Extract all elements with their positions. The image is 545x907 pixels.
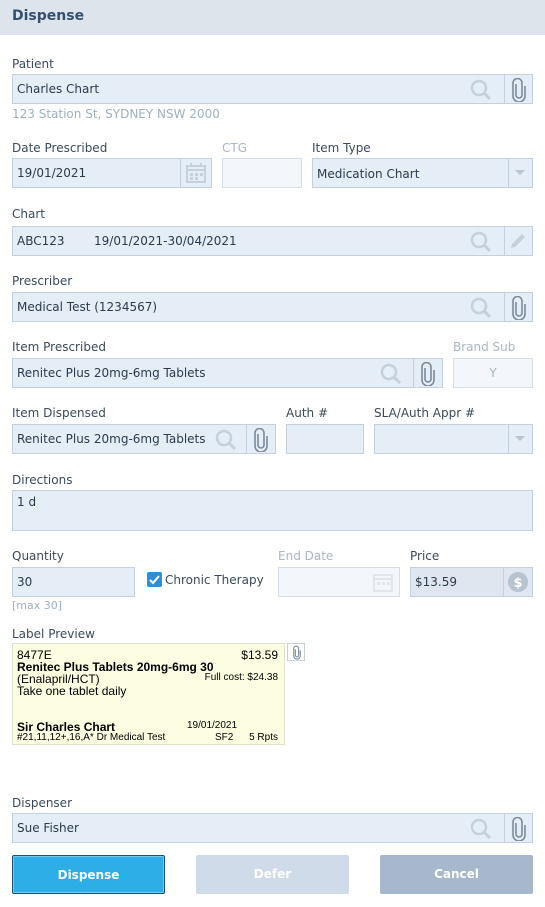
search-icon[interactable] xyxy=(469,230,493,254)
brand-sub-field: Y xyxy=(453,358,533,388)
dialog-header: Dispense xyxy=(0,0,545,35)
divider xyxy=(246,425,247,453)
sla-auth-label: SLA/Auth Appr # xyxy=(374,406,476,420)
label-ref: #21,11,12+,16,A* Dr Medical Test xyxy=(17,732,166,743)
label-price: $13.59 xyxy=(241,648,278,662)
label-preview: 8477E $13.59 Renitec Plus Tablets 20mg-6… xyxy=(12,643,285,745)
label-attach-button[interactable] xyxy=(287,643,305,661)
quantity-field[interactable]: 30 xyxy=(12,567,135,597)
patient-field[interactable]: Charles Chart xyxy=(12,74,533,104)
price-field[interactable]: $13.59 $ xyxy=(410,567,533,597)
calendar-icon xyxy=(373,574,393,592)
end-date-label: End Date xyxy=(278,549,334,563)
dollar-icon[interactable]: $ xyxy=(507,571,529,593)
pencil-icon[interactable] xyxy=(508,231,528,251)
patient-label: Patient xyxy=(12,57,54,71)
chronic-therapy-checkbox[interactable] xyxy=(147,572,162,587)
auth-number-field[interactable] xyxy=(286,424,364,454)
search-icon[interactable] xyxy=(469,78,493,102)
search-icon[interactable] xyxy=(379,362,403,386)
paperclip-icon[interactable] xyxy=(250,428,272,452)
item-type-label: Item Type xyxy=(312,141,371,155)
dispenser-field[interactable]: Sue Fisher xyxy=(12,813,533,843)
quantity-value: 30 xyxy=(17,575,33,589)
svg-text:$: $ xyxy=(513,576,522,591)
chart-field[interactable]: ABC123 19/01/2021-30/04/2021 xyxy=(12,226,533,256)
prescriber-field[interactable]: Medical Test (1234567) xyxy=(12,292,533,322)
paperclip-icon[interactable] xyxy=(508,817,530,841)
paperclip-icon[interactable] xyxy=(508,296,530,320)
quantity-hint: [max 30] xyxy=(12,599,63,612)
dispenser-label: Dispenser xyxy=(12,796,72,810)
item-type-select[interactable]: Medication Chart xyxy=(312,158,533,188)
sla-auth-select[interactable] xyxy=(374,424,533,454)
chart-range: 19/01/2021-30/04/2021 xyxy=(94,234,237,248)
check-icon xyxy=(149,575,160,585)
brand-sub-label: Brand Sub xyxy=(453,340,516,354)
label-sf: SF2 xyxy=(215,732,234,743)
item-prescribed-value: Renitec Plus 20mg-6mg Tablets xyxy=(17,366,206,380)
quantity-label: Quantity xyxy=(12,549,64,563)
paperclip-icon xyxy=(293,645,301,660)
item-dispensed-label: Item Dispensed xyxy=(12,406,106,420)
dispense-button[interactable]: Dispense xyxy=(12,855,165,894)
dispenser-value: Sue Fisher xyxy=(17,821,79,835)
label-repeats: 5 Rpts xyxy=(249,732,278,743)
date-prescribed-value: 19/01/2021 xyxy=(17,166,87,180)
price-label: Price xyxy=(410,549,440,563)
search-icon[interactable] xyxy=(469,296,493,320)
brand-sub-value: Y xyxy=(489,366,497,380)
chevron-down-icon[interactable] xyxy=(514,435,526,443)
ctg-field xyxy=(222,158,302,188)
calendar-icon[interactable] xyxy=(185,162,207,184)
patient-value: Charles Chart xyxy=(17,82,100,96)
defer-button[interactable]: Defer xyxy=(196,855,349,894)
chart-code: ABC123 xyxy=(17,234,65,248)
date-prescribed-label: Date Prescribed xyxy=(12,141,108,155)
chronic-therapy-label[interactable]: Chronic Therapy xyxy=(165,573,264,587)
search-icon[interactable] xyxy=(214,428,238,452)
end-date-field xyxy=(278,567,400,597)
chart-label: Chart xyxy=(12,207,45,221)
prescriber-label: Prescriber xyxy=(12,274,73,288)
dialog-title: Dispense xyxy=(12,8,85,24)
divider xyxy=(503,568,504,596)
divider xyxy=(508,159,509,187)
label-instructions: Take one tablet daily xyxy=(17,684,127,698)
item-type-value: Medication Chart xyxy=(317,167,420,181)
chevron-down-icon[interactable] xyxy=(514,169,526,177)
divider xyxy=(504,75,505,103)
divider xyxy=(504,814,505,842)
directions-label: Directions xyxy=(12,473,73,487)
ctg-label: CTG xyxy=(222,141,248,155)
divider xyxy=(413,359,414,387)
item-prescribed-field[interactable]: Renitec Plus 20mg-6mg Tablets xyxy=(12,358,443,388)
item-dispensed-value: Renitec Plus 20mg-6mg Tablets xyxy=(17,432,206,446)
item-prescribed-label: Item Prescribed xyxy=(12,340,106,354)
patient-address: 123 Station St, SYDNEY NSW 2000 xyxy=(12,107,220,121)
price-value: $13.59 xyxy=(415,575,457,589)
paperclip-icon[interactable] xyxy=(508,78,530,102)
divider xyxy=(504,227,505,255)
item-dispensed-field[interactable]: Renitec Plus 20mg-6mg Tablets xyxy=(12,424,276,454)
label-full-cost: Full cost: $24.38 xyxy=(204,672,278,683)
directions-textarea[interactable]: 1 d xyxy=(12,490,533,531)
label-preview-label: Label Preview xyxy=(12,627,95,641)
divider xyxy=(180,159,181,187)
date-prescribed-field[interactable]: 19/01/2021 xyxy=(12,158,212,188)
divider xyxy=(504,293,505,321)
label-date: 19/01/2021 xyxy=(187,720,238,731)
cancel-button[interactable]: Cancel xyxy=(380,855,533,894)
prescriber-value: Medical Test (1234567) xyxy=(17,300,158,314)
paperclip-icon[interactable] xyxy=(417,362,439,386)
divider xyxy=(508,425,509,453)
directions-value: 1 d xyxy=(17,495,37,509)
search-icon[interactable] xyxy=(469,817,493,841)
auth-number-label: Auth # xyxy=(286,406,328,420)
